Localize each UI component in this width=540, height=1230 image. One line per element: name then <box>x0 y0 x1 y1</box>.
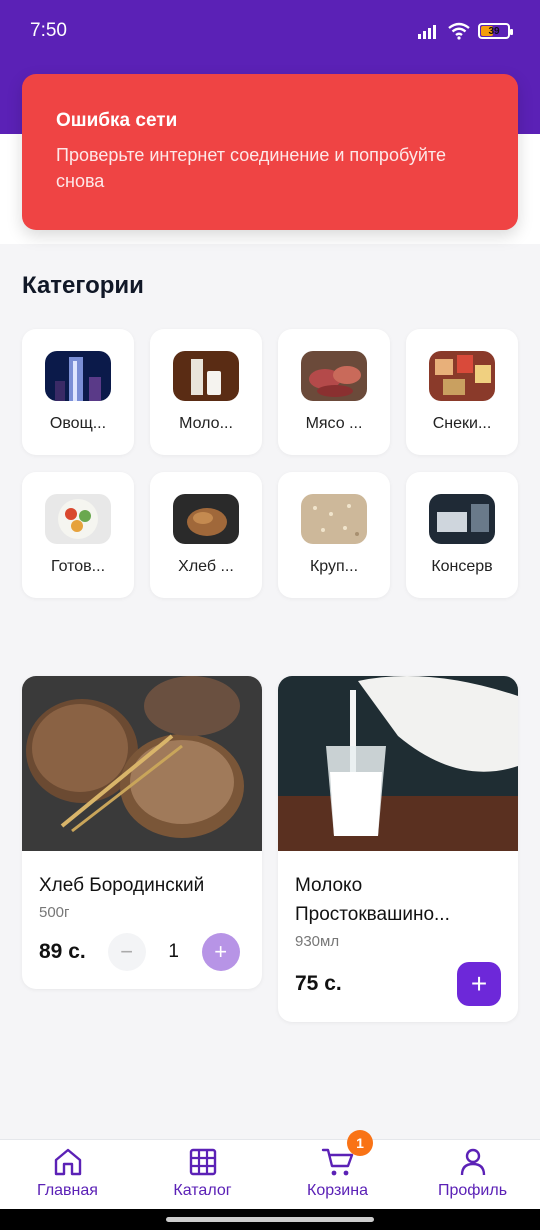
category-grains[interactable]: Круп... <box>278 472 390 598</box>
product-name: Молоко Простоквашино... <box>295 875 450 925</box>
category-ready-meals-image <box>45 494 111 544</box>
decrease-quantity-button[interactable]: − <box>107 933 146 971</box>
product-price: 89 с. <box>39 940 86 963</box>
nav-label: Корзина <box>307 1182 368 1199</box>
error-toast-title: Ошибка сети <box>56 110 178 131</box>
nav-profile[interactable]: Профиль <box>405 1140 540 1209</box>
category-grains-image <box>301 494 367 544</box>
category-label: Круп... <box>309 558 359 575</box>
nav-label: Профиль <box>437 1182 508 1199</box>
category-label: Хлеб ... <box>178 558 234 575</box>
product-card[interactable]: Хлеб Бородинский 500г 89 с. − 1 + <box>22 676 262 989</box>
home-icon <box>54 1148 81 1176</box>
category-bread-image <box>173 494 239 544</box>
product-card[interactable]: Молоко Простоквашино... 930мл 75 с. + <box>278 676 518 1022</box>
category-canned[interactable]: Консерв <box>406 472 518 598</box>
category-label: Консерв <box>431 558 493 575</box>
categories-title: Категории <box>22 272 144 299</box>
category-snacks-image <box>429 351 495 401</box>
increase-quantity-button[interactable]: + <box>201 933 240 971</box>
category-meat-image <box>301 351 367 401</box>
categories-grid: Овощ... Моло... Мясо ... Снеки... Готов.… <box>22 329 518 598</box>
status-time: 7:50 <box>30 20 67 41</box>
error-toast[interactable]: Ошибка сети Проверьте интернет соединени… <box>22 74 518 230</box>
category-snacks[interactable]: Снеки... <box>406 329 518 455</box>
category-label: Овощ... <box>49 415 107 432</box>
category-dairy[interactable]: Моло... <box>150 329 262 455</box>
category-label: Моло... <box>179 415 233 432</box>
signal-icon <box>418 25 436 39</box>
product-image-bread <box>22 676 262 851</box>
product-image-milk <box>278 676 518 851</box>
category-label: Снеки... <box>432 415 492 432</box>
nav-label: Каталог <box>173 1182 232 1199</box>
category-label: Готов... <box>50 558 106 575</box>
bottom-nav: Главная Каталог 1 Корзина Профиль <box>0 1130 540 1209</box>
category-meat[interactable]: Мясо ... <box>278 329 390 455</box>
category-vegetables[interactable]: Овощ... <box>22 329 134 455</box>
category-dairy-image <box>173 351 239 401</box>
product-weight: 500г <box>39 904 70 921</box>
battery-icon: 39 <box>478 23 513 39</box>
error-toast-message: Проверьте интернет соединение и попробуй… <box>56 145 446 191</box>
grid-icon <box>189 1148 216 1176</box>
wifi-icon <box>448 22 470 40</box>
add-to-cart-button[interactable]: + <box>457 962 501 1006</box>
gesture-bar <box>0 1209 540 1230</box>
status-icons: 39 <box>418 22 513 40</box>
product-name: Хлеб Бородинский <box>39 875 205 896</box>
cart-badge: 1 <box>347 1130 373 1156</box>
quantity-value: 1 <box>168 941 179 962</box>
nav-label: Главная <box>37 1182 98 1199</box>
user-icon <box>460 1148 485 1176</box>
category-bread[interactable]: Хлеб ... <box>150 472 262 598</box>
nav-cart[interactable]: 1 Корзина <box>270 1130 405 1209</box>
product-weight: 930мл <box>295 933 340 950</box>
category-vegetables-image <box>45 351 111 401</box>
nav-home[interactable]: Главная <box>0 1140 135 1209</box>
product-price: 75 с. <box>295 972 342 995</box>
category-canned-image <box>429 494 495 544</box>
category-ready-meals[interactable]: Готов... <box>22 472 134 598</box>
category-label: Мясо ... <box>305 415 363 432</box>
nav-catalog[interactable]: Каталог <box>135 1140 270 1209</box>
